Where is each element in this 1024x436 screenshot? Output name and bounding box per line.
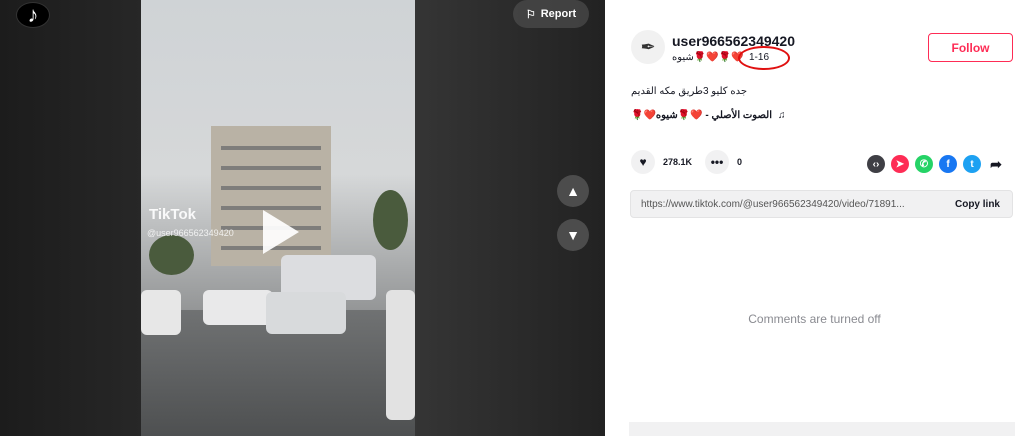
annotation-circle (738, 46, 790, 70)
car (266, 292, 346, 334)
share-row: ‹› ➤ ✆ f t ➦ (867, 155, 1005, 173)
whatsapp-icon[interactable]: ✆ (915, 155, 933, 173)
facebook-icon[interactable]: f (939, 155, 957, 173)
caption: جده كليو 3طريق مكه القديم (631, 86, 748, 97)
embed-icon[interactable]: ‹› (867, 155, 885, 173)
details-panel: ✒ user966562349420 ❤️🌹❤️🌹شيوه 1-16 Follo… (605, 0, 1024, 436)
play-icon[interactable] (263, 210, 299, 254)
watermark-brand: TikTok (149, 206, 196, 223)
follow-button[interactable]: Follow (928, 33, 1013, 62)
comment-icon: ••• (705, 150, 729, 174)
video-frame[interactable]: TikTok @user966562349420 (141, 0, 415, 436)
twitter-icon[interactable]: t (963, 155, 981, 173)
video-link[interactable]: https://www.tiktok.com/@user966562349420… (641, 199, 905, 210)
music-note-icon: ♫ (777, 110, 786, 121)
flag-icon: ⚐ (525, 8, 536, 21)
avatar[interactable]: ✒ (631, 30, 665, 64)
tree (373, 190, 408, 250)
music-title: 🌹❤️الصوت الأصلي - ❤️🌹شيوه (631, 110, 772, 121)
chevron-down-icon[interactable]: ▼ (557, 219, 589, 251)
car (203, 290, 273, 325)
car (141, 290, 181, 335)
send-icon[interactable]: ➤ (891, 155, 909, 173)
comment-input-bar (629, 422, 1015, 436)
heart-icon: ♥ (631, 150, 655, 174)
tiktok-logo-icon[interactable]: ♪ (16, 2, 50, 28)
watermark-user: @user966562349420 (147, 228, 234, 238)
like-button[interactable]: ♥ 278.1K (631, 150, 692, 174)
comments-status: Comments are turned off (748, 312, 881, 326)
chevron-up-icon[interactable]: ▲ (557, 175, 589, 207)
copy-link-box: https://www.tiktok.com/@user966562349420… (630, 190, 1013, 218)
truck (386, 290, 415, 420)
music-link[interactable]: 🌹❤️الصوت الأصلي - ❤️🌹شيوه ♫ (631, 110, 785, 121)
copy-link-button[interactable]: Copy link (955, 199, 1000, 210)
logo-glyph: ♪ (27, 2, 39, 27)
report-label: Report (540, 8, 577, 20)
report-button[interactable]: ⚐ Report (513, 0, 589, 28)
video-player[interactable]: TikTok @user966562349420 ♪ ⚐ Report ▲ ▼ (0, 0, 605, 436)
comment-button[interactable]: ••• 0 (705, 150, 742, 174)
nickname: ❤️🌹❤️🌹شيوه (672, 52, 744, 63)
comment-count: 0 (737, 157, 743, 167)
like-count: 278.1K (663, 157, 693, 167)
share-arrow-icon[interactable]: ➦ (987, 155, 1005, 173)
tree (149, 235, 194, 275)
